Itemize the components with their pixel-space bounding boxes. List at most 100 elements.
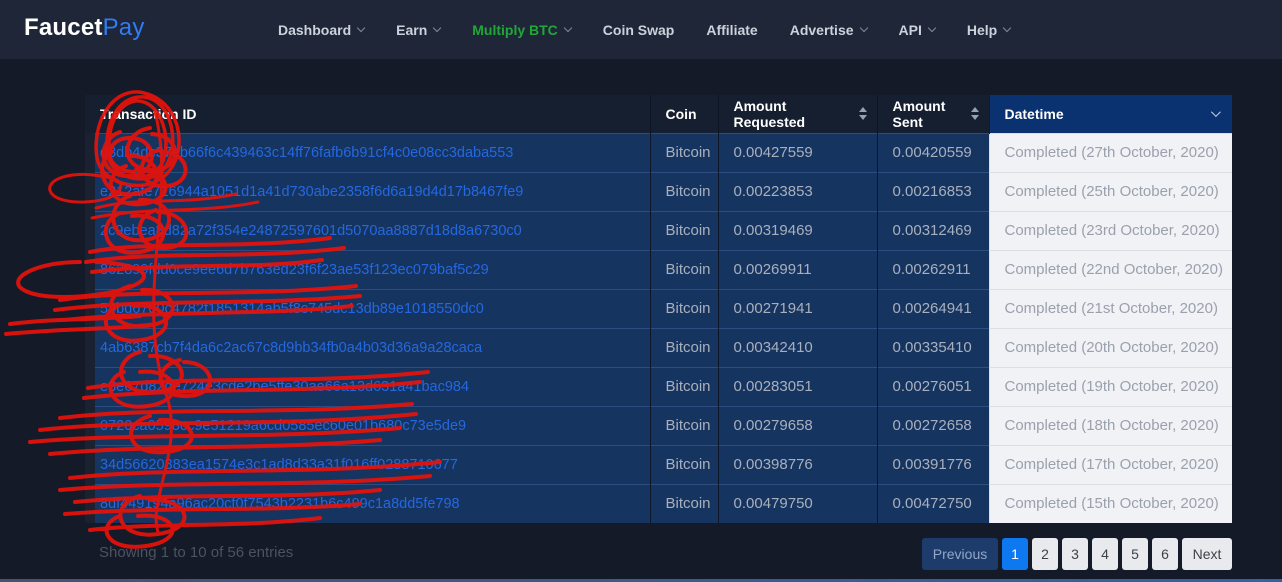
column-header-datetime[interactable]: Datetime: [988, 95, 1232, 133]
page-number-button[interactable]: 3: [1062, 538, 1088, 570]
amount-requested-cell: 0.00319469: [717, 210, 877, 250]
chevron-down-icon: [563, 23, 573, 32]
chevron-down-icon: [1210, 107, 1221, 118]
transaction-id-link[interactable]: 862899fdd0ce9ee6d7b763ed23f6f23ae53f123e…: [100, 262, 489, 278]
nav-label: Dashboard: [278, 21, 352, 38]
top-navbar: FaucetPay Dashboard Earn Multiply BTC Co…: [0, 0, 1282, 59]
chevron-down-icon: [356, 23, 366, 32]
transaction-id-link[interactable]: 54bd6700c4782f1851314ab5f8c745dc13db89e1…: [100, 301, 484, 317]
table-row: 2c9ebea8d82a72f354e24872597601d5070aa888…: [85, 210, 1232, 250]
transaction-id-cell: 4ab6387cb7f4da6c2ac67c8d9bb34fb0a4b03d36…: [85, 327, 650, 367]
amount-requested-cell: 0.00398776: [717, 444, 877, 484]
page-number-button[interactable]: 5: [1122, 538, 1148, 570]
page-number-button[interactable]: 4: [1092, 538, 1118, 570]
coin-cell: Bitcoin: [649, 210, 718, 250]
transaction-id-cell: 8df449194a96ac20cf0f7543b2231b6c499c1a8d…: [85, 483, 650, 523]
transaction-id-link[interactable]: e3e67d82de724e3cde2be5ffe30ae66a13d631a4…: [100, 379, 469, 395]
table-row: 4ab6387cb7f4da6c2ac67c8d9bb34fb0a4b03d36…: [85, 327, 1232, 367]
transaction-id-link[interactable]: e212afe716944a1051d1a41d730abe2358f6d6a1…: [100, 184, 523, 200]
datetime-cell: Completed (17th October, 2020): [988, 444, 1232, 484]
datetime-cell: Completed (25th October, 2020): [988, 171, 1232, 211]
transaction-id-link[interactable]: 2c9ebea8d82a72f354e24872597601d5070aa888…: [100, 223, 522, 239]
amount-sent-cell: 0.00272658: [876, 405, 989, 445]
transaction-id-link[interactable]: 8df449194a96ac20cf0f7543b2231b6c499c1a8d…: [100, 496, 460, 512]
coin-cell: Bitcoin: [649, 171, 718, 211]
datetime-cell: Completed (23rd October, 2020): [988, 210, 1232, 250]
chevron-down-icon: [927, 23, 937, 32]
nav-item-help[interactable]: Help: [966, 21, 1012, 38]
previous-page-button[interactable]: Previous: [922, 538, 998, 570]
nav-item-affiliate[interactable]: Affiliate: [706, 22, 757, 38]
coin-cell: Bitcoin: [649, 327, 718, 367]
transaction-id-cell: 54bd6700c4782f1851314ab5f8c745dc13db89e1…: [85, 288, 650, 328]
table-row: 0720ca0598cc9e51219a6cd0585ec60e01b680c7…: [85, 405, 1232, 445]
transaction-id-link[interactable]: 34d56620383ea1574e3c1ad8d33a31f016ff0288…: [100, 457, 458, 473]
nav-item-coin-swap[interactable]: Coin Swap: [603, 22, 675, 38]
nav-label: Coin Swap: [602, 21, 675, 38]
chevron-down-icon: [1002, 23, 1012, 32]
column-header-amount-requested[interactable]: Amount Requested: [717, 95, 877, 133]
amount-sent-cell: 0.00264941: [876, 288, 989, 328]
amount-requested-cell: 0.00271941: [717, 288, 877, 328]
coin-cell: Bitcoin: [649, 288, 718, 328]
coin-cell: Bitcoin: [649, 249, 718, 289]
amount-requested-cell: 0.00279658: [717, 405, 877, 445]
nav-item-api[interactable]: API: [899, 22, 937, 38]
transaction-id-link[interactable]: 0720ca0598cc9e51219a6cd0585ec60e01b680c7…: [100, 418, 466, 434]
chevron-down-icon: [433, 23, 442, 32]
coin-cell: Bitcoin: [649, 132, 718, 172]
page-number-button[interactable]: 2: [1032, 538, 1058, 570]
datetime-cell: Completed (20th October, 2020): [988, 327, 1232, 367]
transaction-id-link[interactable]: 4ab6387cb7f4da6c2ac67c8d9bb34fb0a4b03d36…: [100, 340, 482, 356]
transaction-id-cell: d3db4dc37eb66f6c439463c14ff76fafb6b91cf4…: [85, 132, 650, 172]
nav-item-earn[interactable]: Earn: [396, 22, 442, 38]
amount-sent-cell: 0.00472750: [876, 483, 989, 523]
column-header-amount-sent[interactable]: Amount Sent: [876, 95, 989, 133]
column-header-transaction-id: Transaction ID: [85, 95, 650, 133]
table-row: e3e67d82de724e3cde2be5ffe30ae66a13d631a4…: [85, 366, 1232, 406]
coin-cell: Bitcoin: [649, 405, 718, 445]
transactions-table: Transaction ID Coin Amount Requested Amo…: [85, 95, 1232, 523]
amount-requested-cell: 0.00269911: [717, 249, 877, 289]
amount-sent-cell: 0.00391776: [876, 444, 989, 484]
coin-cell: Bitcoin: [649, 483, 718, 523]
amount-requested-cell: 0.00283051: [717, 366, 877, 406]
table-row: d3db4dc37eb66f6c439463c14ff76fafb6b91cf4…: [85, 132, 1232, 172]
chevron-down-icon: [859, 23, 868, 32]
amount-requested-cell: 0.00427559: [717, 132, 877, 172]
transaction-id-cell: 34d56620383ea1574e3c1ad8d33a31f016ff0288…: [85, 444, 650, 484]
faucetpay-logo[interactable]: FaucetPay: [24, 14, 145, 42]
amount-sent-cell: 0.00335410: [876, 327, 989, 367]
nav-item-advertise[interactable]: Advertise: [789, 21, 868, 38]
amount-sent-cell: 0.00262911: [876, 249, 989, 289]
table-row: 8df449194a96ac20cf0f7543b2231b6c499c1a8d…: [85, 483, 1232, 523]
datetime-cell: Completed (21st October, 2020): [988, 288, 1232, 328]
sort-updown-icon: [970, 107, 979, 121]
showing-entries-text: Showing 1 to 10 of 56 entries: [99, 544, 294, 561]
nav-label: Help: [966, 21, 998, 38]
datetime-cell: Completed (19th October, 2020): [988, 366, 1232, 406]
datetime-cell: Completed (18th October, 2020): [988, 405, 1232, 445]
coin-cell: Bitcoin: [649, 366, 718, 406]
amount-sent-cell: 0.00420559: [876, 132, 989, 172]
amount-requested-cell: 0.00479750: [717, 483, 877, 523]
logo-text-secondary: Pay: [102, 14, 145, 41]
datetime-cell: Completed (27th October, 2020): [988, 132, 1232, 172]
page-number-button[interactable]: 6: [1152, 538, 1178, 570]
table-row: 54bd6700c4782f1851314ab5f8c745dc13db89e1…: [85, 288, 1232, 328]
nav-item-dashboard[interactable]: Dashboard: [278, 21, 366, 38]
pagination: Previous 1 2 3 4 5 6 Next: [922, 538, 1232, 570]
amount-sent-cell: 0.00216853: [876, 171, 989, 211]
transaction-id-cell: e212afe716944a1051d1a41d730abe2358f6d6a1…: [85, 171, 650, 211]
column-header-coin: Coin: [649, 95, 718, 133]
transaction-id-cell: e3e67d82de724e3cde2be5ffe30ae66a13d631a4…: [85, 366, 650, 406]
page-number-button[interactable]: 1: [1002, 538, 1028, 570]
transaction-id-link[interactable]: d3db4dc37eb66f6c439463c14ff76fafb6b91cf4…: [100, 145, 513, 161]
next-page-button[interactable]: Next: [1182, 538, 1232, 570]
amount-sent-cell: 0.00312469: [876, 210, 989, 250]
transaction-id-cell: 862899fdd0ce9ee6d7b763ed23f6f23ae53f123e…: [85, 249, 650, 289]
nav-label: Advertise: [789, 21, 854, 38]
table-body: d3db4dc37eb66f6c439463c14ff76fafb6b91cf4…: [85, 132, 1232, 523]
table-left-edge-strip: [85, 133, 95, 523]
nav-item-multiply-btc[interactable]: Multiply BTC: [472, 22, 573, 38]
